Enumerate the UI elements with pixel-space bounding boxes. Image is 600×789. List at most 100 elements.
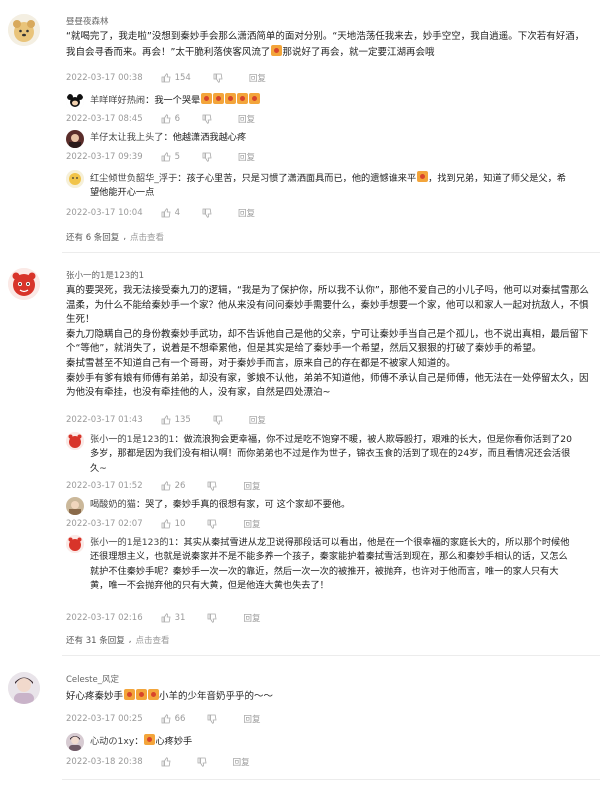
reply-text: 羊咩咩好热闹：我一个哭晕 bbox=[90, 93, 590, 108]
avatar[interactable] bbox=[8, 14, 40, 46]
comment-date: 2022-03-17 01:43 bbox=[66, 415, 143, 425]
comment-username[interactable]: Celeste_风定 bbox=[66, 673, 119, 685]
dislike-button[interactable] bbox=[207, 519, 221, 529]
reply-button[interactable]: 回复 bbox=[233, 756, 250, 768]
thumb-up-icon bbox=[161, 152, 171, 162]
dislike-button[interactable] bbox=[202, 208, 216, 218]
like-button[interactable]: 31 bbox=[161, 613, 186, 623]
reply-button[interactable]: 回复 bbox=[243, 518, 260, 530]
like-button[interactable]: 6 bbox=[161, 114, 180, 124]
thumb-down-icon bbox=[213, 415, 223, 425]
reply-colon: ： bbox=[174, 434, 184, 445]
reply-button[interactable]: 回复 bbox=[238, 113, 255, 125]
reply-avatar[interactable] bbox=[66, 535, 84, 553]
reply-button[interactable]: 回复 bbox=[238, 207, 255, 219]
reply-meta: 2022-03-17 01:52 26 回复 bbox=[66, 480, 282, 492]
reply-date: 2022-03-17 10:04 bbox=[66, 208, 143, 218]
comment-text: 真的要哭死，我无法接受秦九刀的逻辑，“我是为了保护你，所以我不认你”，那他不爱自… bbox=[66, 284, 590, 401]
like-button[interactable]: 4 bbox=[161, 208, 180, 218]
reply-body: 心疼妙手 bbox=[155, 736, 193, 747]
view-more-link[interactable]: 点击查看 bbox=[130, 231, 164, 243]
divider bbox=[62, 779, 600, 780]
thumb-up-icon bbox=[161, 415, 171, 425]
thumb-up-icon bbox=[161, 114, 171, 124]
tiger-avatar-icon bbox=[66, 432, 84, 450]
separator: , bbox=[128, 635, 132, 645]
more-replies[interactable]: 还有 6 条回复, 点击查看 bbox=[66, 231, 164, 243]
tiger-avatar-icon bbox=[8, 268, 40, 300]
emoji-icon bbox=[135, 689, 147, 700]
like-button[interactable]: 154 bbox=[161, 73, 191, 83]
reply-text: 张小一的1是123的1：其实从秦拭雪进从龙卫说得那段话可以看出，他是在一个很幸福… bbox=[90, 536, 574, 594]
like-button[interactable] bbox=[161, 757, 175, 767]
like-button[interactable]: 66 bbox=[161, 714, 185, 724]
emoji-icon bbox=[123, 689, 135, 700]
comment-username[interactable]: 昼昼夜森林 bbox=[66, 15, 109, 27]
like-count: 31 bbox=[174, 613, 186, 623]
reply-avatar[interactable] bbox=[66, 130, 84, 148]
reply-button[interactable]: 回复 bbox=[249, 414, 266, 426]
divider bbox=[62, 655, 600, 656]
reply-username[interactable]: 羊仔太让我上头了 bbox=[90, 132, 164, 143]
thumb-up-icon bbox=[161, 481, 171, 491]
emoji-icon bbox=[200, 93, 212, 104]
avatar[interactable] bbox=[8, 672, 40, 704]
separator: , bbox=[123, 232, 127, 242]
thumb-up-icon bbox=[161, 519, 171, 529]
dislike-button[interactable] bbox=[202, 114, 216, 124]
reply-body: 孩子心里苦，只是习惯了潇洒面具而已，他的遗憾谁来平 bbox=[186, 173, 417, 184]
reply-meta: 2022-03-17 02:16 31 回复 bbox=[66, 612, 282, 624]
thumb-up-icon bbox=[161, 757, 171, 767]
like-count: 4 bbox=[174, 208, 181, 218]
like-button[interactable]: 26 bbox=[161, 481, 185, 491]
dislike-button[interactable] bbox=[202, 152, 216, 162]
reply-colon: ： bbox=[135, 499, 146, 510]
reply-username[interactable]: 红尘倾世负韶华_浮于 bbox=[90, 173, 177, 184]
reply-username[interactable]: 喝酸奶的猫 bbox=[90, 499, 136, 510]
dislike-button[interactable] bbox=[213, 415, 227, 425]
emoji-icon bbox=[270, 44, 282, 56]
emoji-icon bbox=[147, 689, 159, 700]
comment-username[interactable]: 张小一的1是123的1 bbox=[66, 269, 144, 281]
reply-date: 2022-03-17 02:16 bbox=[66, 613, 143, 623]
reply-button[interactable]: 回复 bbox=[243, 713, 260, 725]
reply-avatar[interactable] bbox=[66, 497, 84, 515]
thumb-down-icon bbox=[213, 73, 223, 83]
comment-meta: 2022-03-17 01:43 135 回复 bbox=[66, 414, 288, 426]
reply-avatar[interactable] bbox=[66, 92, 84, 110]
reply-button[interactable]: 回复 bbox=[243, 480, 260, 492]
reply-avatar[interactable] bbox=[66, 170, 84, 188]
reply-text: 羊仔太让我上头了：他越潇洒我越心疼 bbox=[90, 131, 590, 145]
like-button[interactable]: 10 bbox=[161, 519, 185, 529]
person-avatar-icon bbox=[8, 672, 40, 704]
thumb-down-icon bbox=[202, 152, 212, 162]
person-avatar-icon bbox=[66, 733, 84, 751]
comment-body-tail: 小羊的少年音奶乎乎的～～ bbox=[159, 691, 274, 702]
reply-meta: 2022-03-17 02:07 10 回复 bbox=[66, 518, 282, 530]
dislike-button[interactable] bbox=[213, 73, 227, 83]
reply-avatar[interactable] bbox=[66, 432, 84, 450]
like-count: 154 bbox=[174, 73, 191, 83]
reply-username[interactable]: 张小一的1是123的1 bbox=[90, 537, 174, 548]
dislike-button[interactable] bbox=[197, 757, 211, 767]
like-button[interactable]: 135 bbox=[161, 415, 191, 425]
reply-meta: 2022-03-17 10:04 4 回复 bbox=[66, 207, 277, 219]
reply-button[interactable]: 回复 bbox=[243, 612, 260, 624]
comment-thread: { "comments": [ { "user": "昼昼夜森林", "text… bbox=[0, 0, 600, 789]
dislike-button[interactable] bbox=[207, 714, 221, 724]
reply-button[interactable]: 回复 bbox=[249, 72, 266, 84]
more-replies[interactable]: 还有 31 条回复, 点击查看 bbox=[66, 634, 169, 646]
reply-username[interactable]: 羊咩咩好热闹 bbox=[90, 95, 145, 106]
reply-text: 张小一的1是123的1：做流浪狗会更幸福，你不过是吃不饱穿不暖，被人欺辱殴打，艰… bbox=[90, 433, 574, 476]
comment-text: 好心疼秦妙手 小羊的少年音奶乎乎的～～ bbox=[66, 689, 590, 705]
reply-username[interactable]: 心动の1xy bbox=[90, 736, 134, 747]
dislike-button[interactable] bbox=[207, 613, 221, 623]
dislike-button[interactable] bbox=[207, 481, 221, 491]
reply-button[interactable]: 回复 bbox=[238, 151, 255, 163]
reply-body: 哭了，秦妙手真的很想有家，可 这个家却不要他。 bbox=[145, 499, 351, 510]
view-more-link[interactable]: 点击查看 bbox=[135, 634, 169, 646]
reply-avatar[interactable] bbox=[66, 733, 84, 751]
like-button[interactable]: 5 bbox=[161, 152, 180, 162]
reply-username[interactable]: 张小一的1是123的1 bbox=[90, 434, 174, 445]
avatar[interactable] bbox=[8, 268, 40, 300]
